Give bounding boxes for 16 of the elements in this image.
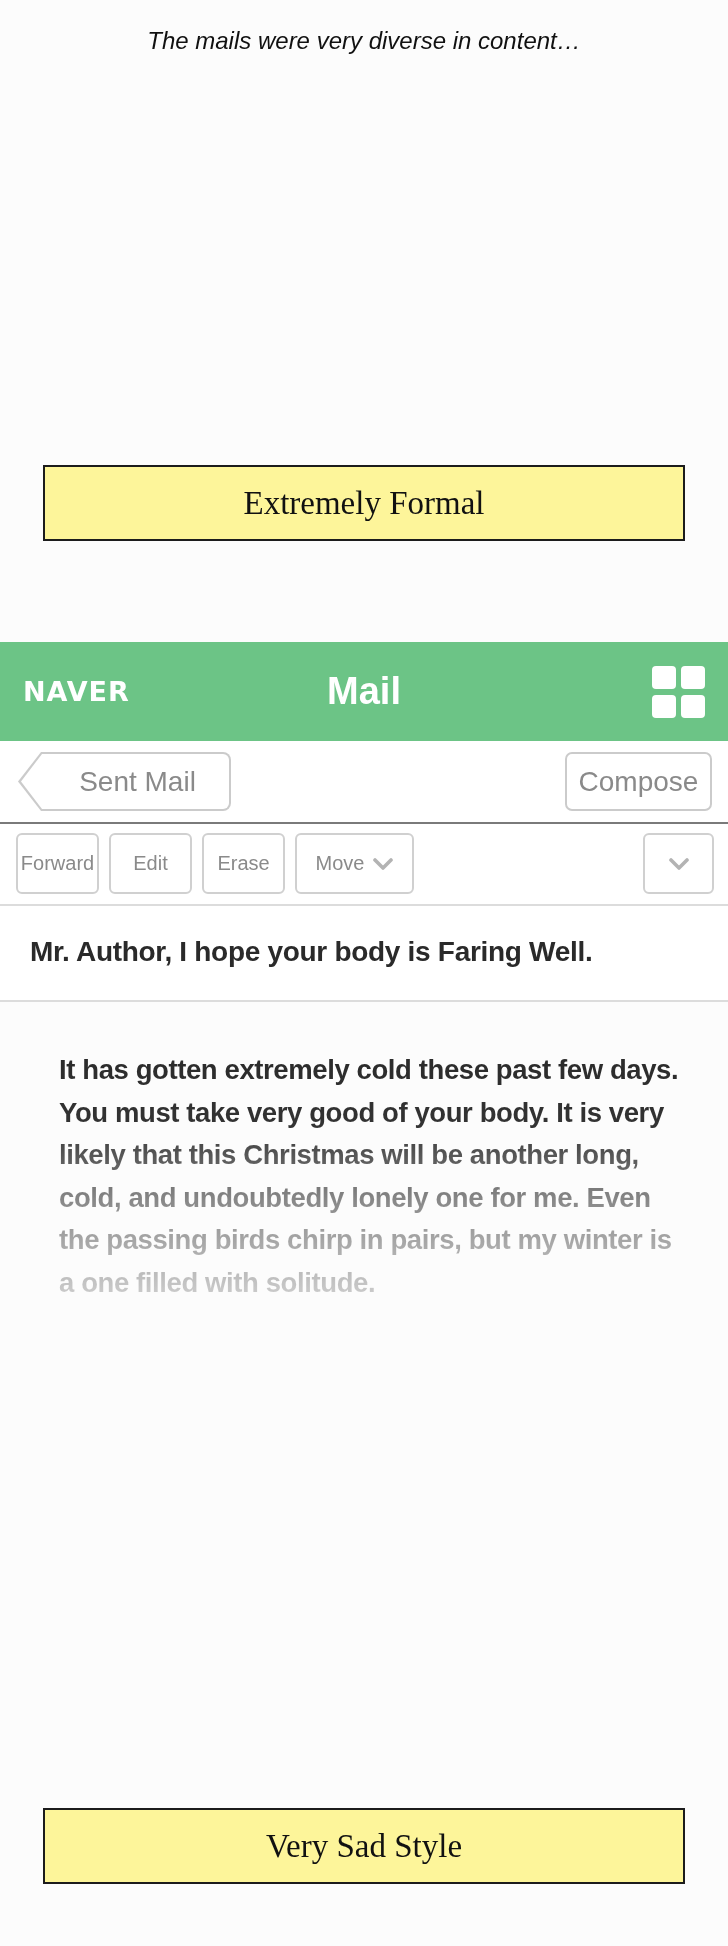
grid-menu-icon[interactable] (652, 665, 705, 718)
move-dropdown[interactable]: Move (295, 833, 414, 894)
toolbar-button[interactable]: Erase (202, 833, 285, 894)
style-label: Extremely Formal (43, 465, 685, 541)
back-button[interactable]: Sent Mail (18, 752, 231, 811)
compose-button[interactable]: Compose (565, 752, 712, 811)
caption-text: The mails were very diverse in content… (147, 26, 581, 56)
toolbar-button[interactable]: Edit (109, 833, 192, 894)
chevron-down-icon (373, 857, 394, 870)
app-logo: NAVER (23, 676, 130, 707)
chevron-down-icon (668, 857, 689, 870)
more-dropdown[interactable] (643, 833, 714, 894)
style-label: Very Sad Style (43, 1808, 685, 1884)
app-title: Mail (327, 670, 401, 713)
mail-subject: Mr. Author, I hope your body is Faring Well. (30, 936, 593, 968)
toolbar-button[interactable]: Forward (16, 833, 99, 894)
